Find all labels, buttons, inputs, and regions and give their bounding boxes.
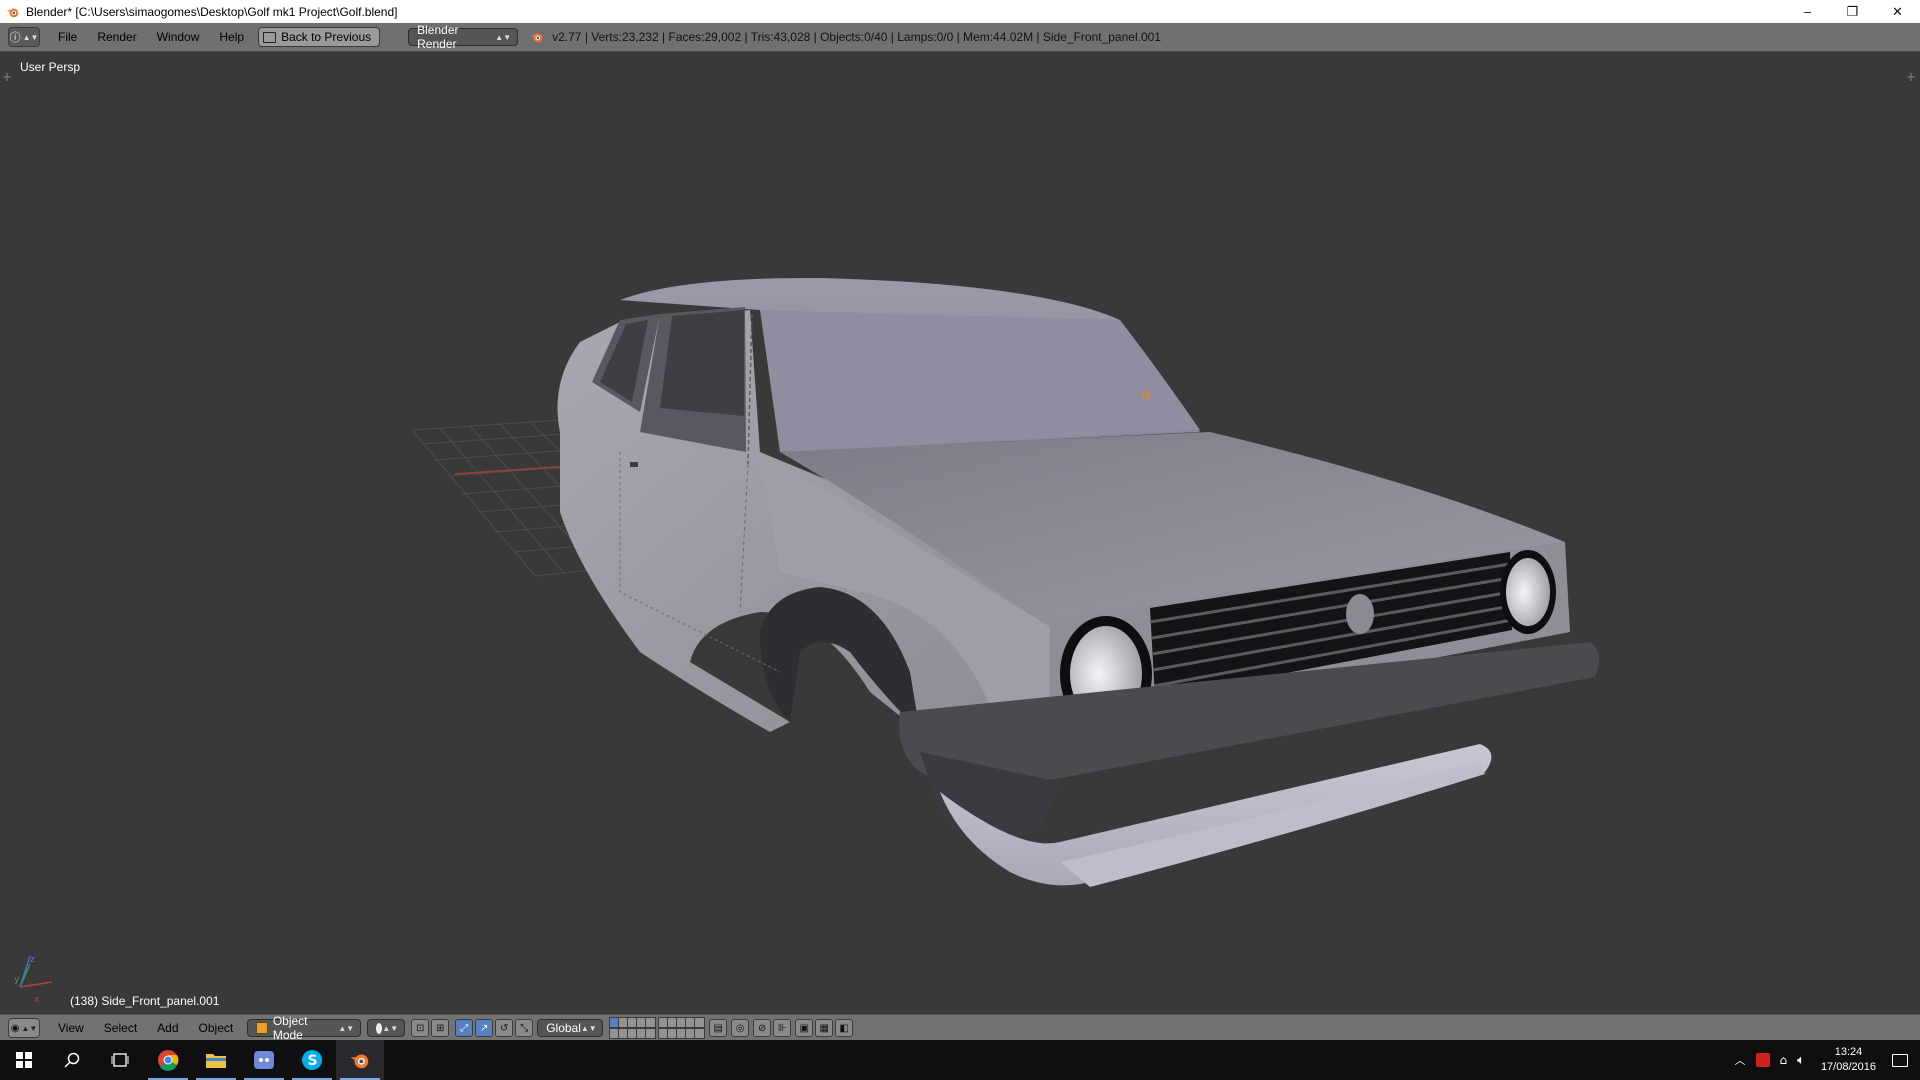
scene-render: z y x	[14, 277, 1599, 1005]
editor-type-selector-3d[interactable]: ◉ ▲▼	[8, 1018, 40, 1038]
menu-file[interactable]: File	[48, 30, 87, 44]
lock-layers-icon[interactable]: ▤	[709, 1019, 728, 1037]
taskbar-skype[interactable]: S	[288, 1040, 336, 1080]
opengl-animation-icon[interactable]: ▦	[815, 1019, 834, 1037]
clock-date: 17/08/2016	[1820, 1061, 1876, 1073]
manipulator-toggle-icon[interactable]: ⤢	[455, 1019, 474, 1037]
layer-toggle[interactable]	[694, 1017, 706, 1028]
chevron-updown-icon: ▲▼	[21, 1023, 38, 1033]
render-engine-dropdown[interactable]: Blender Render ▲▼	[408, 23, 519, 51]
layer-grid-1[interactable]	[609, 1017, 657, 1039]
windows-logo-icon	[16, 1052, 32, 1068]
window-title: Blender* [C:\Users\simaogomes\Desktop\Go…	[26, 4, 398, 19]
scale-manipulator-icon[interactable]: ⤡	[515, 1019, 534, 1037]
discord-icon	[254, 1051, 274, 1069]
task-view-button[interactable]	[96, 1040, 144, 1080]
antivirus-icon[interactable]	[1755, 1053, 1770, 1067]
taskbar-blender[interactable]	[336, 1040, 384, 1080]
search-icon	[64, 1052, 80, 1068]
taskbar-discord[interactable]	[240, 1040, 288, 1080]
3d-view-icon: ◉	[10, 1022, 20, 1034]
close-button[interactable]: ✕	[1875, 0, 1920, 23]
snap-element-icon[interactable]: ⊪	[773, 1019, 792, 1037]
network-icon[interactable]: ⌂	[1780, 1053, 1788, 1067]
layer-toggle[interactable]	[645, 1017, 657, 1028]
window-title-bar: Blender* [C:\Users\simaogomes\Desktop\Go…	[0, 0, 1920, 23]
pivot-point-icon[interactable]: ⊡	[411, 1019, 430, 1037]
menu-help[interactable]: Help	[209, 30, 254, 44]
menu-window[interactable]: Window	[147, 30, 210, 44]
active-object-label: (138) Side_Front_panel.001	[70, 994, 220, 1008]
volume-icon[interactable]: 🔈︎	[1797, 1053, 1805, 1068]
chevron-updown-icon: ▲▼	[495, 32, 512, 42]
clock-time: 13:24	[1834, 1046, 1863, 1058]
rotate-manipulator-icon[interactable]: ↺	[495, 1019, 514, 1037]
render-engine-value: Blender Render	[417, 23, 459, 51]
menu-view[interactable]: View	[48, 1021, 94, 1035]
search-button[interactable]	[48, 1040, 96, 1080]
menu-add[interactable]: Add	[147, 1021, 188, 1035]
menu-render[interactable]: Render	[87, 30, 146, 44]
scene-stats-text: v2.77 | Verts:23,232 | Faces:29,002 | Tr…	[552, 30, 1161, 44]
skype-icon: S	[302, 1050, 322, 1070]
blender-icon	[350, 1054, 369, 1069]
task-view-icon	[111, 1053, 129, 1067]
info-editor-icon: ⓘ	[9, 32, 21, 44]
mode-dropdown[interactable]: Object Mode ▲▼	[247, 1014, 362, 1042]
opengl-render-icon[interactable]: ▣	[795, 1019, 814, 1037]
layer-grid-2[interactable]	[658, 1017, 706, 1039]
info-header: ⓘ ▲▼ File Render Window Help Back to Pre…	[0, 23, 1920, 52]
transform-orientation-dropdown[interactable]: Global ▲▼	[537, 1019, 604, 1037]
proportional-edit-icon[interactable]: ◎	[731, 1019, 750, 1037]
chevron-updown-icon: ▲▼	[382, 1023, 399, 1033]
taskbar-chrome[interactable]	[144, 1040, 192, 1080]
chevron-up-icon[interactable]: ︿	[1735, 1052, 1746, 1068]
restore-button[interactable]: ❐	[1830, 0, 1875, 23]
back-to-previous-button[interactable]: Back to Previous	[258, 27, 381, 47]
screen-back-icon	[263, 31, 277, 43]
system-tray: ︿ ⌂ 🔈︎ 13:24 17/08/2016	[1735, 1045, 1920, 1075]
chevron-updown-icon: ▲▼	[338, 1023, 355, 1033]
chrome-icon	[158, 1050, 179, 1071]
editor-type-selector[interactable]: ⓘ ▲▼	[8, 27, 40, 47]
menu-select[interactable]: Select	[94, 1021, 147, 1035]
file-explorer-icon	[206, 1054, 226, 1068]
translate-manipulator-icon[interactable]: ↗	[475, 1019, 494, 1037]
svg-text:y: y	[14, 975, 20, 985]
orientation-value: Global	[546, 1021, 581, 1035]
3d-view-header: ◉ ▲▼ View Select Add Object Object Mode …	[0, 1014, 1920, 1042]
3d-viewport[interactable]: + + User Persp z y x (138) Side_Front_pa…	[0, 52, 1920, 1014]
axis-gizmo: z y x	[14, 955, 53, 1005]
layer-toggle[interactable]	[694, 1028, 706, 1039]
shading-dropdown[interactable]: ▲▼	[367, 1019, 406, 1037]
start-button[interactable]	[0, 1040, 48, 1080]
svg-text:z: z	[30, 955, 35, 965]
windows-taskbar: S ︿ ⌂ 🔈︎ 13:24 17/08/2016	[0, 1040, 1920, 1080]
taskbar-file-explorer[interactable]	[192, 1040, 240, 1080]
car-model	[557, 277, 1599, 887]
svg-text:S: S	[308, 1053, 318, 1069]
layer-toggle[interactable]	[645, 1028, 657, 1039]
svg-text:x: x	[34, 995, 40, 1005]
menu-object[interactable]: Object	[189, 1021, 244, 1035]
limit-selection-icon[interactable]: ⊞	[431, 1019, 450, 1037]
render-camera-icon[interactable]: ◧	[835, 1019, 854, 1037]
back-to-previous-label: Back to Previous	[281, 30, 372, 44]
blender-logo-icon	[6, 8, 19, 17]
taskbar-clock[interactable]: 13:24 17/08/2016	[1815, 1045, 1882, 1075]
scene-stats: v2.77 | Verts:23,232 | Faces:29,002 | Tr…	[530, 30, 1161, 44]
mode-value: Object Mode	[272, 1014, 308, 1042]
object-mode-icon	[256, 1022, 268, 1034]
blender-logo-icon	[531, 33, 543, 43]
action-center-icon[interactable]	[1892, 1053, 1908, 1067]
minimize-button[interactable]: –	[1785, 0, 1830, 23]
chevron-updown-icon: ▲▼	[22, 32, 39, 42]
chevron-updown-icon: ▲▼	[580, 1023, 597, 1033]
snap-toggle-icon[interactable]: ⊘	[753, 1019, 772, 1037]
badge-emblem	[1346, 594, 1374, 634]
